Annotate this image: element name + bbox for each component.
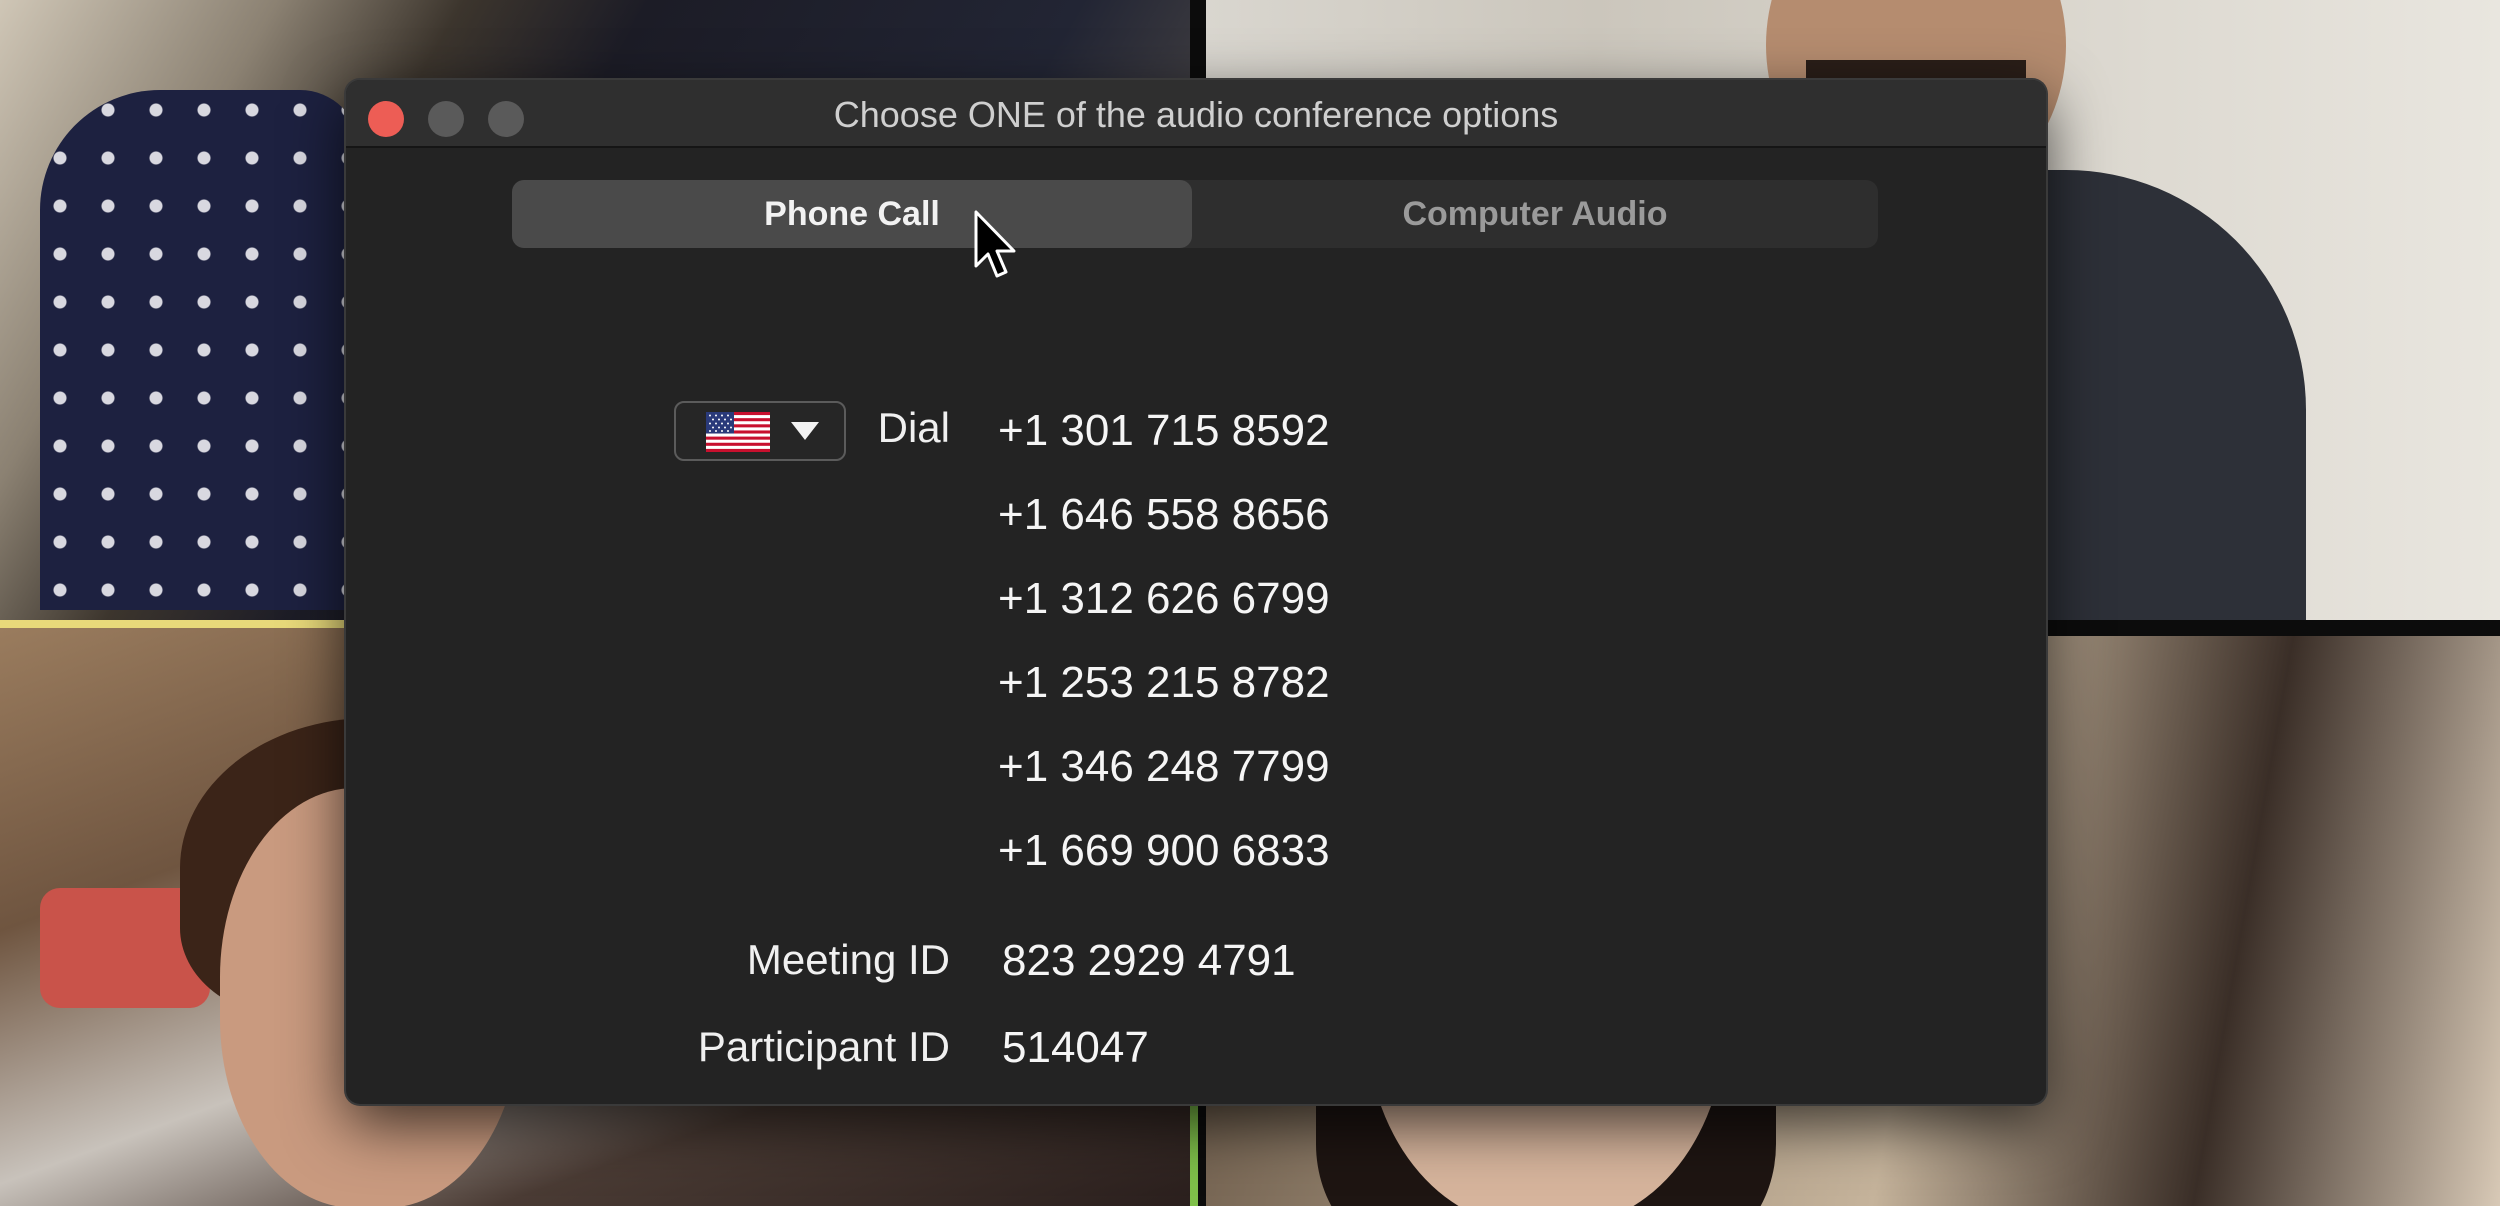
dial-in-number[interactable]: +1 669 900 6833 [998,824,1330,908]
title-bar[interactable]: Choose ONE of the audio conference optio… [346,80,2046,148]
audio-mode-tabs: Phone Call Computer Audio [512,180,1878,248]
dial-in-number[interactable]: +1 301 715 8592 [998,404,1330,488]
mouse-pointer-icon [974,210,1016,278]
country-select[interactable] [674,401,846,461]
audio-options-dialog: Choose ONE of the audio conference optio… [346,80,2046,1104]
participant-id-label: Participant ID [697,1023,950,1070]
meeting-id-value[interactable]: 823 2929 4791 [1002,936,1296,986]
video-gallery: Choose ONE of the audio conference optio… [0,0,2500,1206]
dial-in-number[interactable]: +1 646 558 8656 [998,488,1330,572]
window-title: Choose ONE of the audio conference optio… [833,94,1559,135]
tab-phone-call[interactable]: Phone Call [512,180,1192,248]
participant-id-value[interactable]: 514047 [1002,1023,1149,1073]
meeting-id-label: Meeting ID [746,936,950,983]
dial-label: Dial [877,404,950,451]
dial-in-number[interactable]: +1 253 215 8782 [998,656,1330,740]
tile-divider [1190,1100,1198,1206]
tab-computer-audio[interactable]: Computer Audio [1192,180,1878,248]
participant-figure [40,90,360,610]
dial-in-numbers-list: +1 301 715 8592 +1 646 558 8656 +1 312 6… [998,404,1330,908]
chevron-down-icon [791,422,819,440]
us-flag-icon [706,412,770,452]
dial-in-number[interactable]: +1 346 248 7799 [998,740,1330,824]
dial-in-number[interactable]: +1 312 626 6799 [998,572,1330,656]
